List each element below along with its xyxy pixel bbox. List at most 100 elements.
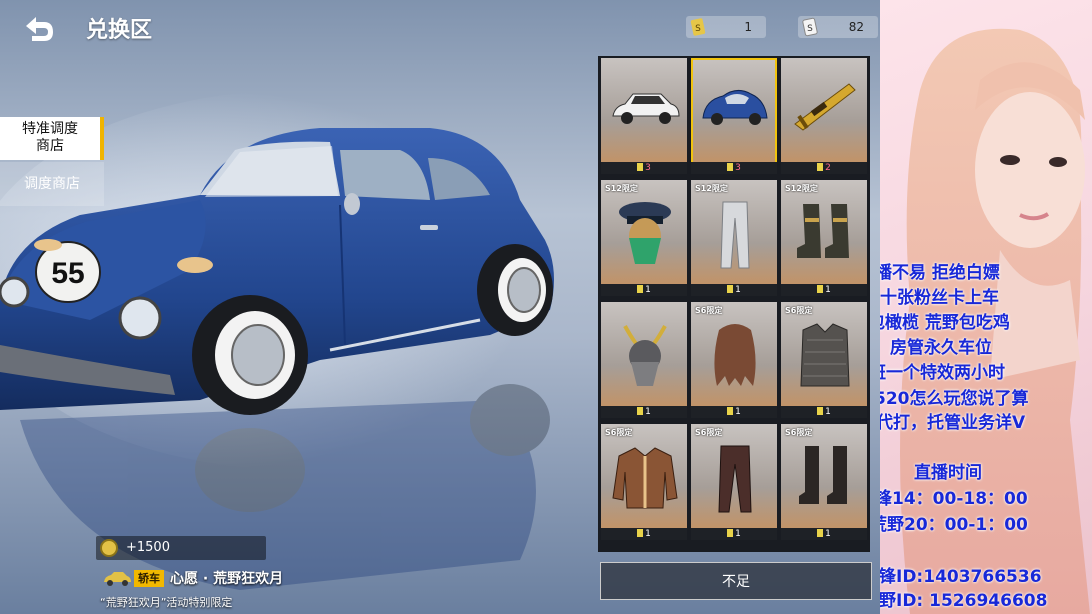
currency-white-value: 82 bbox=[848, 20, 864, 34]
item-price-value: 1 bbox=[825, 407, 831, 417]
shop-item-tall-boots[interactable]: S6限定 1 bbox=[781, 424, 867, 540]
item-price: 2 bbox=[781, 162, 867, 174]
shop-item-samurai-helmet[interactable]: 1 bbox=[601, 302, 687, 418]
ticket-icon bbox=[727, 407, 734, 415]
item-price-value: 1 bbox=[645, 407, 651, 417]
currency-gold-ticket: S 1 bbox=[686, 16, 766, 38]
limited-tag: S6限定 bbox=[605, 428, 633, 437]
item-price-value: 1 bbox=[645, 285, 651, 295]
limited-tag: S12限定 bbox=[605, 184, 638, 193]
overlay-text-line: 先锋ID:1403766536 bbox=[880, 567, 1042, 587]
item-price: 1 bbox=[781, 284, 867, 296]
ticket-white-icon: S bbox=[802, 17, 818, 37]
tall-boots-icon bbox=[799, 446, 847, 504]
reward-amount: +1500 bbox=[126, 540, 170, 555]
item-price-value: 3 bbox=[735, 163, 741, 173]
ticket-icon bbox=[727, 163, 734, 171]
coin-icon bbox=[100, 539, 118, 557]
item-price: 1 bbox=[601, 284, 687, 296]
overlay-text-line: 加班一个特效两小时 bbox=[880, 363, 1005, 383]
overlay-text-line: 荒野ID: 1526946608 bbox=[880, 591, 1048, 611]
item-price: 1 bbox=[691, 406, 777, 418]
item-price: 3 bbox=[601, 162, 687, 174]
svg-text:S: S bbox=[807, 24, 813, 34]
item-price: 1 bbox=[781, 528, 867, 540]
item-price: 1 bbox=[601, 406, 687, 418]
limited-tag: S6限定 bbox=[695, 428, 723, 437]
item-grid: 3 3 2 S12限定 1 S12限定 1 S12限定 1 1 S6限定 1 S6限定 1 S6限定 1 S6限… bbox=[598, 56, 870, 552]
tab-label-line1: 特准调度 bbox=[22, 121, 78, 137]
event-caption: “荒野狂欢月”活动特别限定 bbox=[100, 596, 233, 609]
item-price-value: 1 bbox=[735, 285, 741, 295]
overlay-text-line: 十张粉丝卡上车 bbox=[880, 288, 999, 308]
samurai-helmet-icon bbox=[623, 325, 667, 386]
ticket-icon bbox=[817, 407, 824, 415]
shop-item-dark-pants[interactable]: S6限定 1 bbox=[691, 424, 777, 540]
long-hair-icon bbox=[714, 324, 756, 386]
ticket-icon bbox=[727, 285, 734, 293]
leather-jacket-icon bbox=[612, 447, 678, 509]
limited-tag: S6限定 bbox=[785, 306, 813, 315]
car-skin-name: 心愿 · 荒野狂欢月 bbox=[170, 571, 284, 587]
svg-text:S: S bbox=[695, 24, 701, 34]
item-price: 1 bbox=[691, 284, 777, 296]
item-price: 1 bbox=[691, 528, 777, 540]
ticket-icon bbox=[637, 407, 644, 415]
shop-item-quilted-vest[interactable]: S6限定 1 bbox=[781, 302, 867, 418]
tab-label-line2: 商店 bbox=[36, 138, 64, 154]
ticket-icon bbox=[817, 285, 824, 293]
page-title: 兑换区 bbox=[86, 18, 153, 43]
top-bar: 兑换区 S 1 S 82 bbox=[0, 0, 880, 56]
white-sports-car-icon bbox=[612, 93, 680, 124]
overlay-text-line: 先锋14：00-18：00 bbox=[880, 489, 1028, 509]
overlay-text-line: 其他代打，托管业务详V bbox=[880, 413, 1026, 433]
item-price-value: 1 bbox=[825, 529, 831, 539]
limited-tag: S12限定 bbox=[695, 184, 728, 193]
ticket-icon bbox=[817, 529, 824, 537]
overlay-text-line: 一组520怎么玩您说了算 bbox=[880, 389, 1029, 409]
dark-pants-icon bbox=[718, 445, 752, 513]
limited-tag: S6限定 bbox=[695, 306, 723, 315]
captain-hat-mask-icon bbox=[619, 202, 671, 264]
ticket-icon bbox=[817, 163, 824, 171]
blue-beetle-car-icon bbox=[702, 90, 768, 125]
overlay-text-line: 先锋包橄榄 荒野包吃鸡 bbox=[880, 313, 1010, 333]
tab-dispatch-shop[interactable]: 调度商店 bbox=[0, 162, 104, 206]
currency-white-ticket: S 82 bbox=[798, 16, 878, 38]
ticket-gold-icon: S bbox=[690, 18, 706, 36]
tab-special-dispatch-shop[interactable]: 特准调度 商店 bbox=[0, 117, 104, 160]
item-price-value: 1 bbox=[735, 529, 741, 539]
item-price-value: 2 bbox=[825, 163, 831, 173]
shop-item-gold-rifle[interactable]: 2 bbox=[781, 58, 867, 174]
buckle-boots-icon bbox=[797, 204, 849, 258]
overlay-text-line: 直播不易 拒绝白嫖 bbox=[880, 263, 1000, 283]
shop-item-long-hair[interactable]: S6限定 1 bbox=[691, 302, 777, 418]
ticket-icon bbox=[637, 163, 644, 171]
item-price-value: 1 bbox=[825, 285, 831, 295]
shop-item-captain-hat-mask[interactable]: S12限定 1 bbox=[601, 180, 687, 296]
vehicle-type-badge: 轿车 bbox=[134, 570, 164, 587]
redeem-button[interactable]: 不足 bbox=[600, 562, 872, 600]
car-number-text: 55 bbox=[51, 257, 84, 290]
overlay-text-line: 直播时间 bbox=[914, 463, 982, 483]
shop-item-white-sports-car[interactable]: 3 bbox=[601, 58, 687, 174]
quilted-vest-icon bbox=[800, 323, 850, 387]
item-price-value: 1 bbox=[735, 407, 741, 417]
ticket-icon bbox=[727, 529, 734, 537]
item-price-value: 1 bbox=[645, 529, 651, 539]
back-arrow-icon[interactable] bbox=[20, 14, 56, 44]
ticket-icon bbox=[637, 285, 644, 293]
overlay-text-line: 房管永久车位 bbox=[890, 338, 992, 358]
reward-display: +1500 bbox=[96, 536, 266, 560]
shop-item-leather-jacket[interactable]: S6限定 1 bbox=[601, 424, 687, 540]
limited-tag: S6限定 bbox=[785, 428, 813, 437]
item-price-value: 3 bbox=[645, 163, 651, 173]
shop-item-blue-beetle-car[interactable]: 3 bbox=[691, 58, 777, 174]
currency-gold-value: 1 bbox=[744, 20, 752, 34]
shop-item-silver-pants[interactable]: S12限定 1 bbox=[691, 180, 777, 296]
shop-item-buckle-boots[interactable]: S12限定 1 bbox=[781, 180, 867, 296]
gold-rifle-icon bbox=[794, 83, 856, 131]
streamer-webcam-panel: 直播不易 拒绝白嫖十张粉丝卡上车先锋包橄榄 荒野包吃鸡房管永久车位加班一个特效两… bbox=[880, 0, 1092, 614]
item-price: 1 bbox=[781, 406, 867, 418]
ticket-icon bbox=[637, 529, 644, 537]
